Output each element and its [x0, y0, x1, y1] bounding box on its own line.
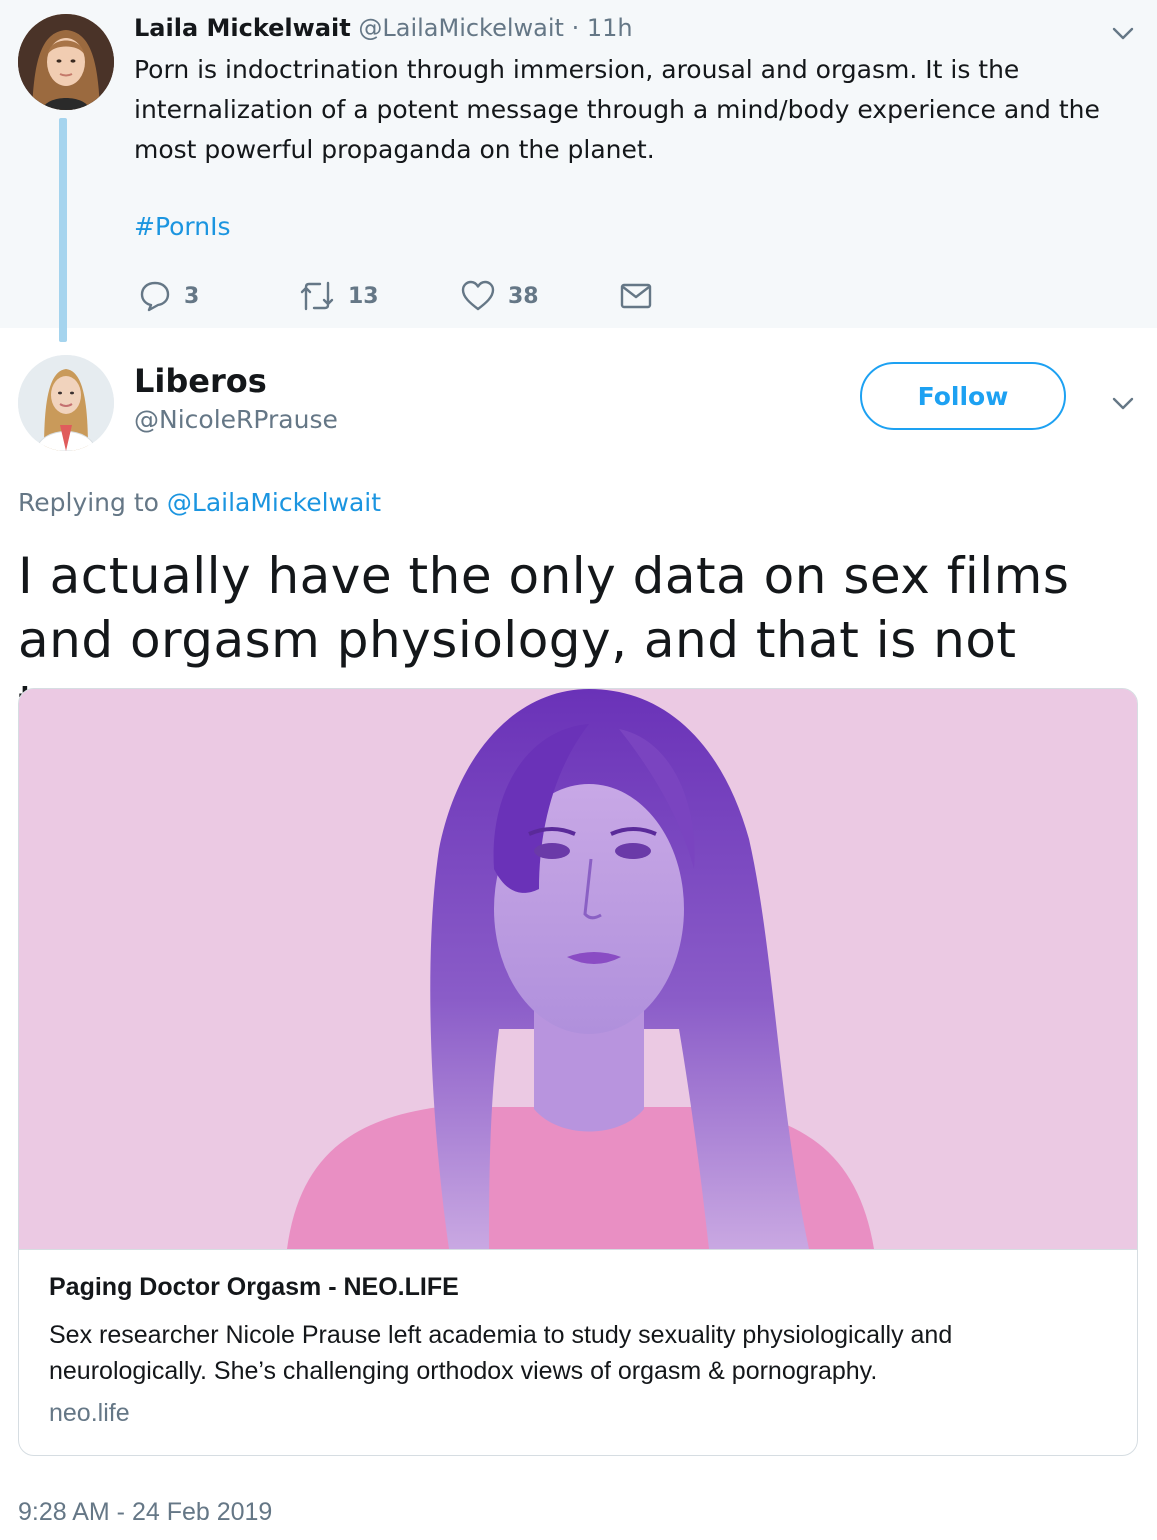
thread-connector-line: [59, 118, 67, 342]
retweet-count: 13: [348, 283, 379, 309]
follow-button[interactable]: Follow: [860, 362, 1066, 430]
direct-message-button[interactable]: [620, 276, 652, 316]
parent-author-handle[interactable]: @LailaMickelwait: [358, 14, 564, 42]
message-icon: [620, 283, 652, 309]
reply-button[interactable]: 3: [138, 276, 199, 316]
card-domain[interactable]: neo.life: [49, 1399, 130, 1428]
chevron-down-icon[interactable]: [1110, 390, 1136, 416]
parent-author-name[interactable]: Laila Mickelwait: [134, 14, 351, 42]
reply-icon: [140, 281, 170, 312]
author-name[interactable]: Liberos: [134, 362, 267, 400]
avatar-photo-nicole: [18, 355, 114, 451]
link-preview-card[interactable]: Paging Doctor Orgasm - NEO.LIFE Sex rese…: [18, 688, 1138, 1456]
like-icon: [461, 280, 495, 311]
parent-tweet-time[interactable]: · 11h: [564, 14, 633, 42]
retweet-button[interactable]: 13: [298, 276, 379, 316]
replying-prefix: Replying to: [18, 488, 167, 517]
like-count: 38: [508, 283, 539, 309]
tweet-actions: 3 13 38: [134, 276, 694, 316]
chevron-down-icon[interactable]: [1110, 20, 1136, 46]
avatar[interactable]: [18, 14, 114, 110]
replying-to: Replying to @LailaMickelwait: [18, 488, 381, 517]
author-handle[interactable]: @NicoleRPrause: [134, 405, 338, 434]
parent-tweet[interactable]: Laila Mickelwait @LailaMickelwait · 11h …: [0, 0, 1157, 328]
retweet-icon: [300, 281, 334, 311]
reply-count: 3: [184, 283, 200, 309]
replying-to-link[interactable]: @LailaMickelwait: [167, 488, 381, 517]
avatar[interactable]: [18, 355, 114, 451]
card-image[interactable]: [19, 689, 1137, 1250]
like-button[interactable]: 38: [460, 276, 539, 316]
avatar-photo-laila: [18, 14, 114, 110]
tweet-timestamp[interactable]: 9:28 AM - 24 Feb 2019: [18, 1498, 272, 1527]
portrait-illustration: [19, 689, 1137, 1249]
parent-tweet-header: Laila Mickelwait @LailaMickelwait · 11h: [134, 12, 633, 44]
card-title[interactable]: Paging Doctor Orgasm - NEO.LIFE: [49, 1273, 459, 1302]
hashtag-link[interactable]: #PornIs: [134, 212, 231, 241]
parent-tweet-text: Porn is indoctrination through immersion…: [134, 55, 1100, 164]
card-description: Sex researcher Nicole Prause left academ…: [49, 1321, 953, 1385]
